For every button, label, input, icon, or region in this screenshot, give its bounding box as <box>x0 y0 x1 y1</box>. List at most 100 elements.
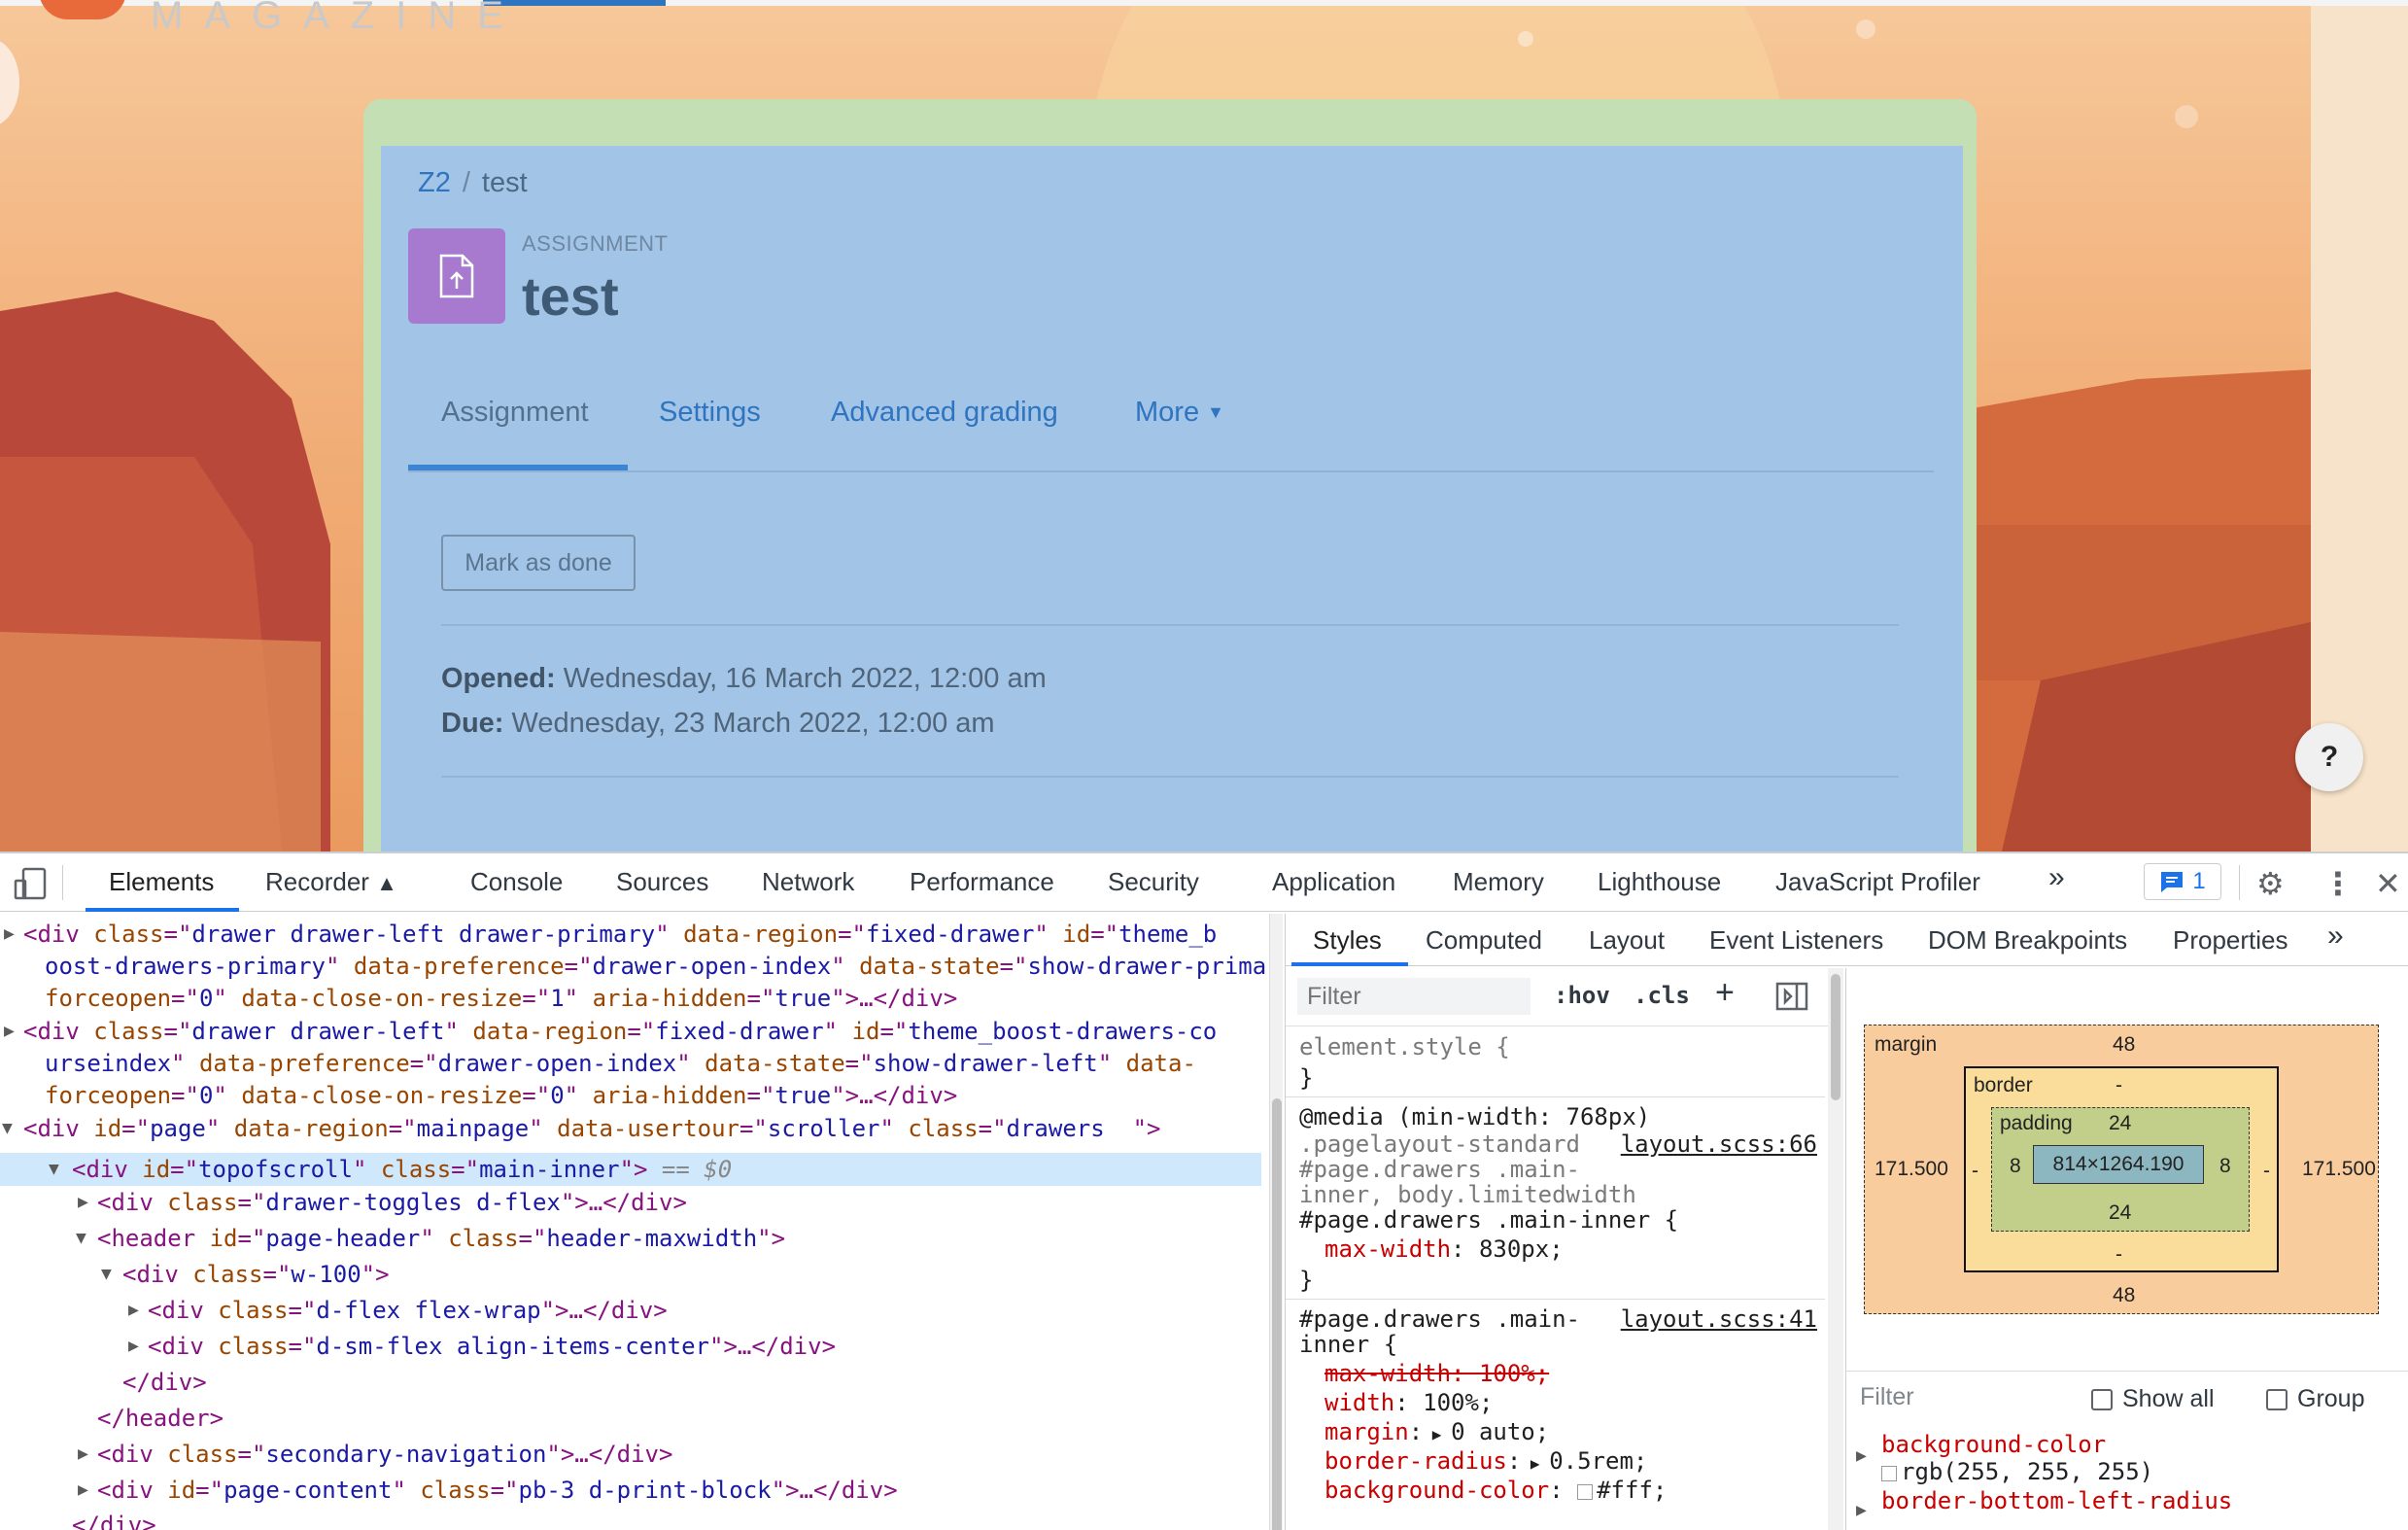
dom-node[interactable]: ▶ <div class="d-flex flex-wrap">…</div> <box>128 1299 1269 1322</box>
dom-node[interactable]: ▶ <div id="page-content" class="pb-3 d-pr… <box>78 1478 1269 1502</box>
styles-filter-input[interactable] <box>1297 978 1531 1015</box>
css-declaration[interactable]: width: 100%; <box>1324 1391 1493 1414</box>
dom-node[interactable]: ▼ <div class="w-100"> <box>101 1263 1269 1286</box>
expand-triangle-icon[interactable]: ▶ <box>1521 1454 1549 1473</box>
toggle-sidebar-icon[interactable] <box>1775 982 1808 1011</box>
collapsed-arrow-icon[interactable]: ▶ <box>4 1021 15 1042</box>
source-link[interactable]: layout.scss:66 <box>1621 1132 1817 1156</box>
dom-node[interactable]: </div> <box>72 1513 1269 1530</box>
mark-as-done-button[interactable]: Mark as done <box>441 535 636 591</box>
dom-scrollbar[interactable] <box>1269 914 1283 1530</box>
checkbox-box[interactable] <box>2266 1388 2288 1410</box>
collapsed-arrow-icon[interactable]: ▶ <box>78 1443 88 1465</box>
collapsed-arrow-icon[interactable]: ▶ <box>78 1479 88 1501</box>
rule-selector[interactable]: #page.drawers .main- <box>1299 1307 1580 1331</box>
computed-filter-input[interactable]: Filter <box>1860 1383 1914 1411</box>
collapsed-arrow-icon[interactable]: ▶ <box>4 923 15 945</box>
padding-bottom-value[interactable]: 24 <box>2109 1201 2131 1225</box>
tab-layout[interactable]: Layout <box>1589 925 1665 956</box>
dom-node[interactable]: ▶ <div class="drawer-toggles d-flex">…</d… <box>78 1191 1269 1214</box>
tab-elements[interactable]: Elements <box>109 867 214 897</box>
color-swatch[interactable] <box>1881 1466 1897 1481</box>
tab-memory[interactable]: Memory <box>1453 867 1544 897</box>
padding-top-value[interactable]: 24 <box>2109 1112 2131 1135</box>
dom-scroll-thumb[interactable] <box>1272 1098 1282 1530</box>
close-icon[interactable]: ✕ <box>2375 865 2401 902</box>
tab-lighthouse[interactable]: Lighthouse <box>1598 867 1721 897</box>
collapsed-arrow-icon[interactable]: ▶ <box>1856 1497 1867 1524</box>
tab-assignment[interactable]: Assignment <box>441 397 589 429</box>
source-link[interactable]: layout.scss:41 <box>1621 1307 1817 1331</box>
breadcrumb-course-link[interactable]: Z2 <box>418 167 451 198</box>
styles-scroll-thumb[interactable] <box>1831 974 1840 1100</box>
rule-selector[interactable]: #page.drawers .main-inner { <box>1299 1208 1678 1232</box>
collapsed-arrow-icon[interactable]: ▶ <box>128 1336 139 1357</box>
rule-selector[interactable]: inner, body.limitedwidth <box>1299 1183 1636 1206</box>
dom-node[interactable]: ▶ <div class="drawer drawer-left" data-re… <box>4 1020 1269 1043</box>
dom-node[interactable]: ▶ <div class="d-sm-flex align-items-cente… <box>128 1335 1269 1358</box>
tab-styles[interactable]: Styles <box>1313 925 1382 956</box>
css-declaration[interactable]: border-radius: ▶ 0.5rem; <box>1324 1449 1647 1475</box>
expanded-arrow-icon[interactable]: ▼ <box>76 1228 86 1249</box>
new-style-rule-button[interactable]: + <box>1715 974 1735 1012</box>
group-checkbox[interactable]: Group <box>2266 1385 2364 1413</box>
dom-node[interactable]: ▼ <header id="page-header" class="header-… <box>76 1227 1269 1250</box>
padding-left-value[interactable]: 8 <box>2010 1155 2021 1178</box>
help-button[interactable]: ? <box>2295 723 2363 791</box>
border-bottom-value[interactable]: - <box>2116 1243 2122 1267</box>
css-declaration[interactable]: background-color: #fff; <box>1324 1478 1667 1502</box>
expanded-arrow-icon[interactable]: ▼ <box>2 1118 13 1139</box>
show-all-checkbox[interactable]: Show all <box>2091 1385 2215 1413</box>
tab-event-listeners[interactable]: Event Listeners <box>1709 925 1883 956</box>
expanded-arrow-icon[interactable]: ▼ <box>49 1153 59 1186</box>
cls-toggle[interactable]: .cls <box>1634 982 1690 1009</box>
box-model-border[interactable]: border - - - - padding 24 24 8 8 814×126… <box>1964 1066 2279 1272</box>
computed-property-name[interactable]: background-color <box>1881 1431 2106 1458</box>
collapsed-arrow-icon[interactable]: ▶ <box>78 1192 88 1213</box>
computed-property-name[interactable]: border-bottom-left-radius <box>1881 1487 2232 1514</box>
box-model-padding[interactable]: padding 24 24 8 8 814×1264.190 <box>1991 1107 2250 1232</box>
css-rules-list[interactable]: element.style { } @media (min-width: 768… <box>1286 1028 1825 1530</box>
tab-advanced-grading[interactable]: Advanced grading <box>831 397 1058 429</box>
kebab-menu-icon[interactable]: ⋮ <box>2322 865 2354 902</box>
tab-recorder[interactable]: Recorder ▲ <box>265 867 397 897</box>
dom-node[interactable]: ▼ <div id="page" data-region="mainpage" d… <box>2 1117 1269 1140</box>
computed-properties-list[interactable]: ▶ background-color rgb(255, 255, 255) ▶ … <box>1845 1425 2408 1530</box>
tab-security[interactable]: Security <box>1108 867 1199 897</box>
dom-node[interactable]: ▶ <div class="drawer drawer-left drawer-p… <box>4 922 1269 946</box>
styles-scrollbar[interactable] <box>1828 968 1843 1530</box>
tab-network[interactable]: Network <box>762 867 854 897</box>
border-right-value[interactable]: - <box>2263 1160 2270 1183</box>
dom-node-selected[interactable]: ▼ <div id="topofscroll" class="main-inner… <box>0 1153 1261 1186</box>
tab-application[interactable]: Application <box>1272 867 1395 897</box>
more-tabs-button[interactable]: » <box>2048 861 2065 894</box>
tab-dom-breakpoints[interactable]: DOM Breakpoints <box>1928 925 2127 956</box>
margin-top-value[interactable]: 48 <box>2113 1033 2135 1057</box>
tab-computed[interactable]: Computed <box>1426 925 1542 956</box>
box-model-margin[interactable]: margin 48 48 171.500 171.500 border - - … <box>1864 1025 2379 1314</box>
expanded-arrow-icon[interactable]: ▼ <box>101 1264 112 1285</box>
border-left-value[interactable]: - <box>1972 1160 1978 1183</box>
hov-toggle[interactable]: :hov <box>1554 982 1610 1009</box>
margin-bottom-value[interactable]: 48 <box>2113 1284 2135 1307</box>
checkbox-box[interactable] <box>2091 1388 2113 1410</box>
rule-selector[interactable]: .pagelayout-standard <box>1299 1132 1580 1156</box>
device-toolbar-icon[interactable] <box>14 867 49 900</box>
css-declaration[interactable]: max-width: 830px; <box>1324 1237 1564 1261</box>
dom-node[interactable]: ▶ <div class="secondary-navigation">…</di… <box>78 1443 1269 1466</box>
color-swatch[interactable] <box>1577 1484 1594 1500</box>
box-model-content[interactable]: 814×1264.190 <box>2033 1145 2204 1184</box>
dom-node[interactable]: </div> <box>122 1371 1269 1394</box>
padding-right-value[interactable]: 8 <box>2219 1155 2231 1178</box>
tab-console[interactable]: Console <box>470 867 563 897</box>
collapsed-arrow-icon[interactable]: ▶ <box>1856 1443 1867 1470</box>
dom-tree[interactable]: ▶ <div class="drawer drawer-left drawer-p… <box>0 914 1269 1530</box>
tab-settings[interactable]: Settings <box>659 397 761 429</box>
margin-left-value[interactable]: 171.500 <box>1875 1158 1948 1181</box>
overridden-declaration[interactable]: max-width: 100%; <box>1324 1362 1549 1385</box>
site-logo-text[interactable]: MAGAZINE <box>151 0 525 38</box>
gear-icon[interactable]: ⚙ <box>2256 865 2285 902</box>
tab-performance[interactable]: Performance <box>910 867 1054 897</box>
css-declaration[interactable]: margin: ▶ 0 auto; <box>1324 1420 1549 1445</box>
collapsed-arrow-icon[interactable]: ▶ <box>128 1300 139 1321</box>
